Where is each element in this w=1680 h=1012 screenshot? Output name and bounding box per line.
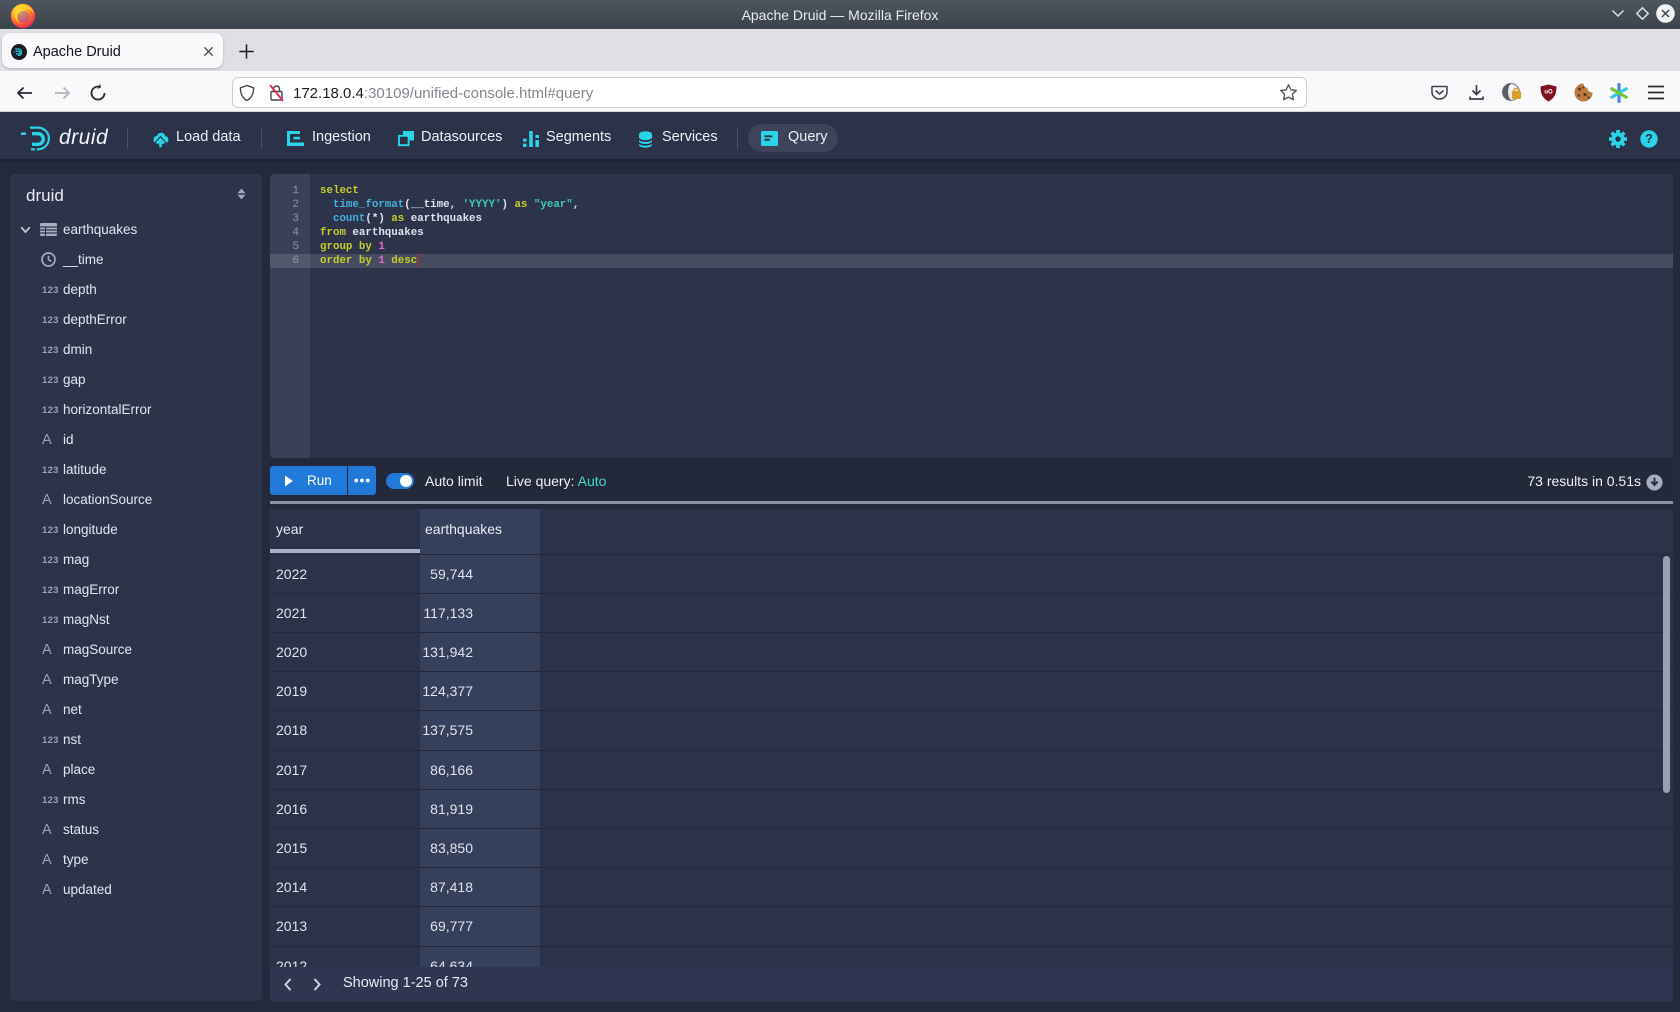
svg-text:uO: uO [1544, 90, 1553, 96]
svg-text:?: ? [1645, 132, 1653, 146]
